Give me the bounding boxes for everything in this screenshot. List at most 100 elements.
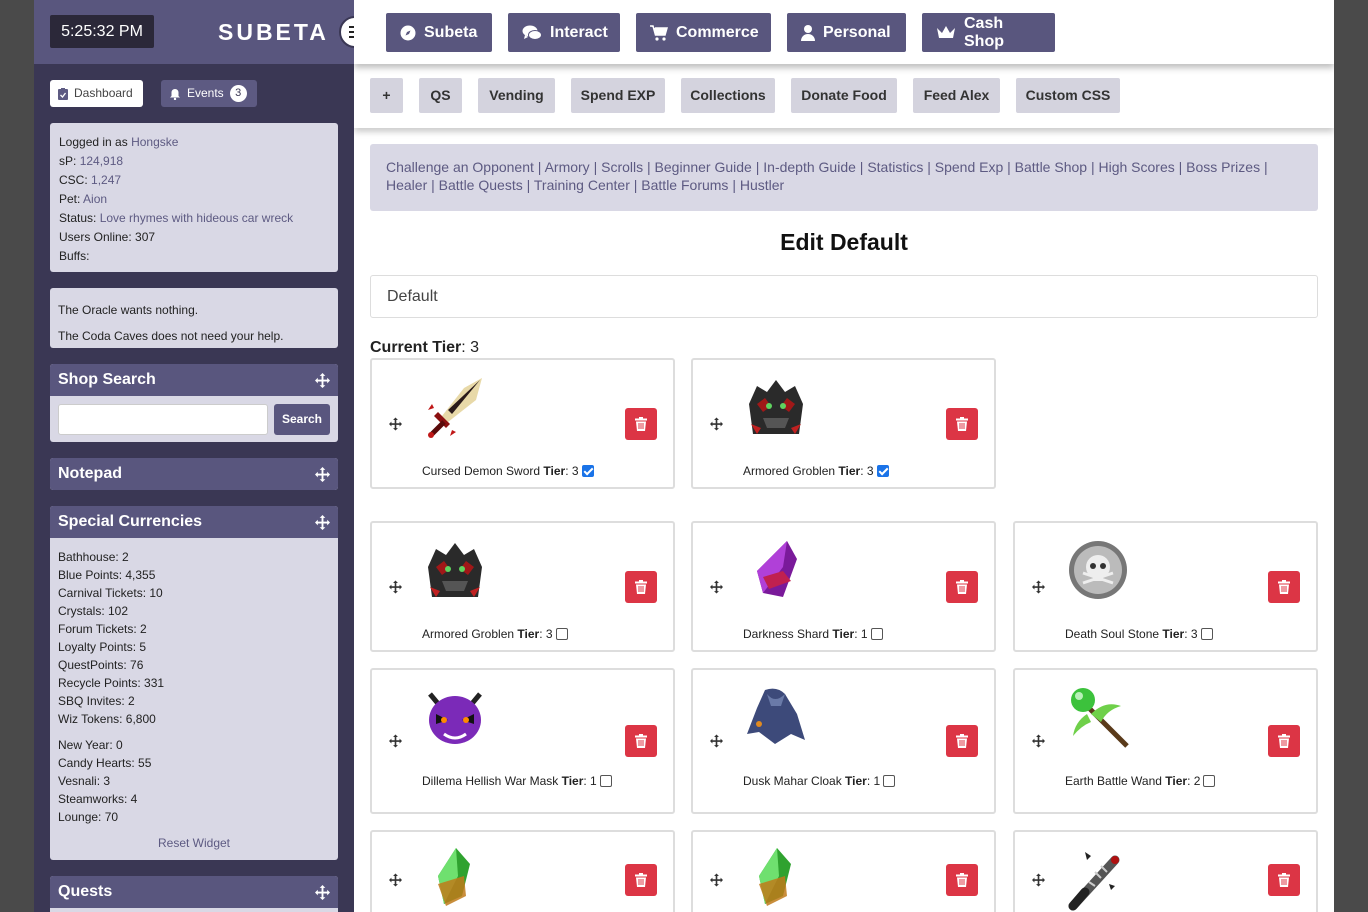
shop-search-header[interactable]: Shop Search [50, 364, 338, 396]
shop-search-button[interactable]: Search [274, 404, 330, 435]
battle-item-card[interactable]: Dusk Mahar Cloak Tier: 1 [691, 668, 996, 814]
item-checkbox[interactable] [883, 775, 896, 787]
move-icon[interactable] [315, 373, 330, 388]
delete-button[interactable] [1268, 864, 1300, 896]
subnav-spend-exp-button[interactable]: Spend EXP [571, 78, 665, 113]
battle-link[interactable]: Scrolls [601, 159, 643, 175]
subnav-collections-button[interactable]: Collections [681, 78, 775, 113]
drag-handle-icon[interactable] [1032, 734, 1045, 748]
item-checkbox[interactable] [599, 775, 612, 787]
username-link[interactable]: Hongske [131, 135, 178, 149]
battle-link[interactable]: Hustler [740, 177, 784, 193]
subnav-qs-button[interactable]: QS [419, 78, 462, 113]
user-icon [801, 24, 815, 41]
drag-handle-icon[interactable] [710, 873, 723, 887]
battle-link[interactable]: High Scores [1098, 159, 1174, 175]
battle-item-card[interactable] [1013, 830, 1318, 912]
battle-link[interactable]: Armory [545, 159, 590, 175]
csc-value[interactable]: 1,247 [91, 173, 121, 187]
battle-item-card[interactable]: Dillema Hellish War Mask Tier: 1 [370, 668, 675, 814]
drag-handle-icon[interactable] [710, 734, 723, 748]
drag-handle-icon[interactable] [389, 580, 402, 593]
item-checkbox[interactable] [870, 628, 883, 640]
battle-item-card[interactable] [691, 830, 996, 912]
quests-header[interactable]: Quests [50, 876, 338, 908]
subnav-plus-button[interactable]: + [370, 78, 403, 113]
delete-button[interactable] [946, 725, 978, 757]
nav-personal-button[interactable]: Personal [787, 13, 906, 52]
battle-item-card[interactable]: Darkness Shard Tier: 1 [691, 521, 996, 652]
battle-link[interactable]: Spend Exp [935, 159, 1004, 175]
delete-button[interactable] [946, 570, 978, 603]
delete-button[interactable] [1268, 725, 1300, 757]
user-info-panel: Logged in as Hongske sP: 124,918 CSC: 1,… [50, 123, 338, 272]
subnav-donate-food-button[interactable]: Donate Food [791, 78, 897, 113]
delete-button[interactable] [946, 407, 978, 440]
battle-link[interactable]: Training Center [534, 177, 630, 193]
item-tier: : 1 [866, 774, 881, 788]
buffs-label: Buffs: [59, 249, 90, 263]
battle-link[interactable]: Battle Forums [641, 177, 728, 193]
item-checkbox[interactable] [876, 465, 889, 477]
battle-item-card[interactable]: Cursed Demon Sword Tier: 3 [370, 358, 675, 489]
drag-handle-icon[interactable] [710, 417, 723, 430]
set-name-input[interactable]: Default [370, 275, 1318, 318]
drag-handle-icon[interactable] [1032, 873, 1045, 887]
events-tab[interactable]: Events 3 [161, 80, 257, 107]
notepad-header[interactable]: Notepad [50, 458, 338, 490]
item-checkbox[interactable] [581, 465, 594, 477]
delete-button[interactable] [946, 864, 978, 896]
move-icon[interactable] [315, 515, 330, 530]
drag-handle-icon[interactable] [389, 417, 402, 430]
item-checkbox[interactable] [1203, 775, 1216, 787]
subnav-vending-button[interactable]: Vending [478, 78, 555, 113]
battle-link[interactable]: Boss Prizes [1186, 159, 1260, 175]
battle-item-card[interactable] [370, 830, 675, 912]
battle-item-card[interactable]: Armored Groblen Tier: 3 [691, 358, 996, 489]
delete-button[interactable] [625, 407, 657, 440]
delete-button[interactable] [625, 725, 657, 757]
dashboard-tab[interactable]: Dashboard [50, 80, 143, 107]
nav-commerce-button[interactable]: Commerce [636, 13, 771, 52]
nav-subeta-button[interactable]: Subeta [386, 13, 492, 52]
clipboard-icon [58, 87, 68, 100]
special-currencies-header[interactable]: Special Currencies [50, 506, 338, 538]
reset-widget-link[interactable]: Reset Widget [58, 834, 330, 852]
battle-link[interactable]: Challenge an Opponent [386, 159, 534, 175]
currency-list: Bathhouse: 2 Blue Points: 4,355 Carnival T… [50, 538, 338, 860]
drag-handle-icon[interactable] [1032, 580, 1045, 593]
hamburger-menu-icon[interactable] [339, 16, 354, 48]
battle-link[interactable]: Healer [386, 177, 427, 193]
delete-button[interactable] [625, 864, 657, 896]
shop-search-input[interactable] [58, 404, 268, 435]
nav-interact-button[interactable]: Interact [508, 13, 620, 52]
item-checkbox[interactable] [555, 628, 568, 640]
drag-handle-icon[interactable] [389, 734, 402, 748]
tier-word: Tier [561, 774, 584, 788]
battle-item-card[interactable]: Death Soul Stone Tier: 3 [1013, 521, 1318, 652]
delete-button[interactable] [625, 570, 657, 603]
trash-icon [956, 416, 968, 431]
move-icon[interactable] [315, 467, 330, 482]
subnav-feed-alex-button[interactable]: Feed Alex [913, 78, 1000, 113]
battle-link[interactable]: In-depth Guide [763, 159, 856, 175]
status-link[interactable]: Love rhymes with hideous car wreck [100, 211, 293, 225]
subnav-custom-css-button[interactable]: Custom CSS [1016, 78, 1120, 113]
drag-handle-icon[interactable] [710, 580, 723, 593]
delete-button[interactable] [1268, 570, 1300, 603]
drag-handle-icon[interactable] [389, 873, 402, 887]
sp-value[interactable]: 124,918 [80, 154, 123, 168]
item-name: Earth Battle Wand [1065, 774, 1162, 788]
item-checkbox[interactable] [1200, 628, 1213, 640]
battle-item-card[interactable]: Armored Groblen Tier: 3 [370, 521, 675, 652]
site-logo[interactable]: SUBETA [218, 18, 329, 46]
event-currency-item: New Year: 0 [58, 738, 123, 752]
battle-link[interactable]: Beginner Guide [655, 159, 752, 175]
move-icon[interactable] [315, 885, 330, 900]
battle-link[interactable]: Battle Quests [439, 177, 523, 193]
battle-link[interactable]: Statistics [867, 159, 923, 175]
battle-item-card[interactable]: Earth Battle Wand Tier: 2 [1013, 668, 1318, 814]
nav-cash-shop-button[interactable]: Cash Shop [922, 13, 1055, 52]
battle-link[interactable]: Battle Shop [1015, 159, 1087, 175]
pet-link[interactable]: Aion [83, 192, 107, 206]
